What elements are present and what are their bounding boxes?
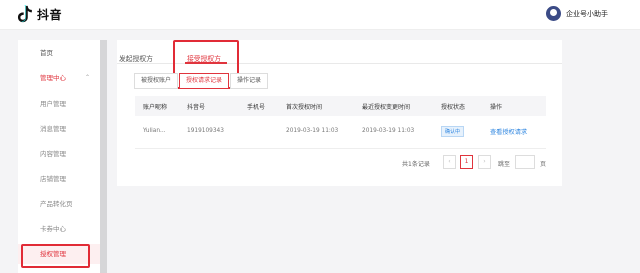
subtab-operation-records[interactable]: 操作记录 (230, 73, 269, 89)
goto-label: 跳至 (498, 161, 511, 168)
top-header: 抖音 企业号小助手 (0, 0, 640, 30)
subtab-authorized-accounts[interactable]: 被授权账户 (134, 73, 179, 89)
pagination-total: 共1条记录 (402, 161, 430, 168)
douyin-logo[interactable]: 抖音 (16, 5, 62, 23)
column-header: 抖音号 (187, 104, 206, 111)
table-row: Yulian... 1919109343 2019-03-19 11:03 20… (135, 116, 546, 149)
annotation-highlight-sidebar (21, 244, 90, 268)
sidebar-item-content[interactable]: 内容管理 (18, 144, 100, 164)
sidebar-item-label: 消息管理 (40, 125, 66, 133)
cell-douyin-id: 1919109343 (187, 128, 224, 134)
sidebar-item-label: 用户管理 (40, 100, 66, 108)
sidebar-item-label: 管理中心 (40, 74, 66, 82)
sidebar-item-label: 首页 (40, 49, 53, 57)
sidebar-item-home[interactable]: 首页 (18, 43, 100, 63)
chevron-up-icon: ⌃ (84, 74, 90, 81)
view-request-link[interactable]: 查看授权请求 (490, 127, 527, 136)
column-header: 授权状态 (441, 104, 466, 111)
page-button-1[interactable]: 1 (460, 155, 473, 169)
sidebar: 首页 管理中心 ⌃ 用户管理 消息管理 内容管理 店铺管理 产品转化页 卡券中心 … (18, 40, 100, 273)
main-panel: 发起授权方 接受授权方 被授权账户 授权请求记录 操作记录 账户昵称 抖音号 手… (117, 40, 562, 186)
subtab-request-records[interactable]: 授权请求记录 (179, 73, 230, 89)
cell-nickname: Yulian... (143, 128, 166, 134)
page-unit-label: 页 (540, 161, 547, 168)
sidebar-item-messages[interactable]: 消息管理 (18, 119, 100, 139)
tab-initiator[interactable]: 发起授权方 (119, 53, 153, 63)
sidebar-item-label: 卡券中心 (40, 225, 66, 233)
column-header: 手机号 (247, 104, 266, 111)
column-header: 操作 (490, 104, 503, 111)
column-header: 最近授权变更时间 (362, 104, 411, 111)
sidebar-item-label: 产品转化页 (40, 200, 73, 208)
sidebar-item-coupon-center[interactable]: 卡券中心 (18, 219, 100, 239)
column-header: 首次授权时间 (286, 104, 323, 111)
cell-first-time: 2019-03-19 11:03 (286, 128, 339, 134)
user-name[interactable]: 企业号小助手 (566, 9, 608, 19)
user-menu[interactable]: 企业号小助手 (546, 6, 608, 21)
sidebar-item-shop[interactable]: 店铺管理 (18, 169, 100, 189)
sidebar-item-users[interactable]: 用户管理 (18, 94, 100, 114)
table-header: 账户昵称 抖音号 手机号 首次授权时间 最近授权变更时间 授权状态 操作 (135, 96, 546, 116)
app-name: 抖音 (37, 7, 63, 22)
goto-page-input[interactable] (515, 155, 535, 169)
prev-page-button[interactable]: ‹ (443, 155, 456, 169)
sidebar-item-management-center[interactable]: 管理中心 ⌃ (18, 68, 100, 88)
avatar[interactable] (546, 6, 561, 21)
sidebar-scrollbar[interactable] (100, 40, 107, 273)
tiktok-note-icon (17, 5, 32, 23)
cell-last-time: 2019-03-19 11:03 (362, 128, 415, 134)
next-page-button[interactable]: › (478, 155, 491, 169)
sidebar-item-label: 店铺管理 (40, 175, 66, 183)
sidebar-item-conversion-page[interactable]: 产品转化页 (18, 194, 100, 214)
sidebar-item-label: 内容管理 (40, 150, 66, 158)
column-header: 账户昵称 (143, 104, 168, 111)
status-badge: 确认中 (441, 126, 465, 137)
